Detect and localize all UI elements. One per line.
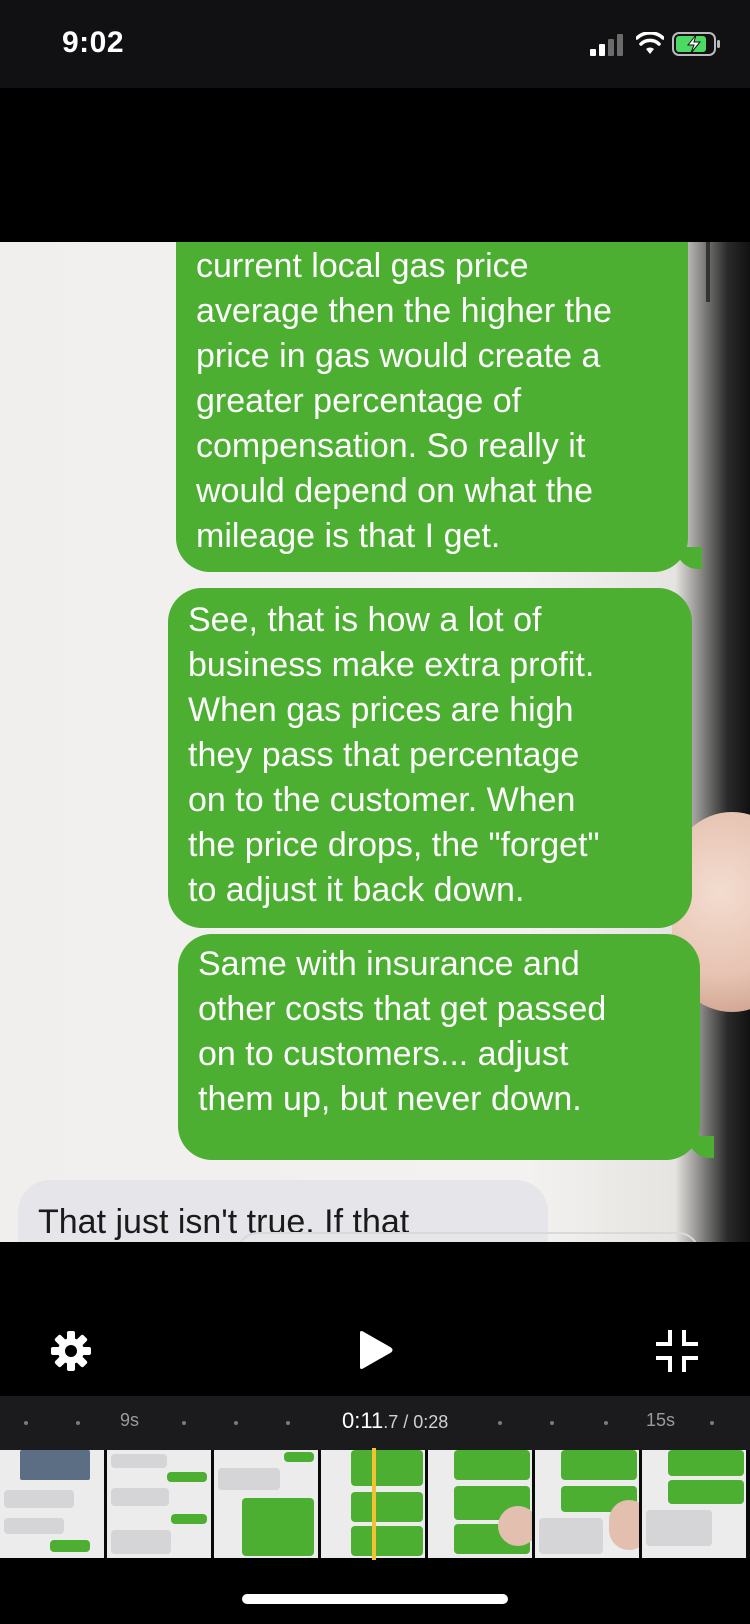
- duration: 0:28: [413, 1412, 449, 1432]
- message-line: Same with insurance and: [198, 945, 580, 983]
- tick-dot: [24, 1421, 28, 1425]
- message-line: to adjust it back down.: [188, 871, 525, 909]
- message-line: they pass that percentage: [188, 736, 580, 774]
- message-line: would depend on what the: [196, 472, 593, 510]
- gear-icon[interactable]: [50, 1330, 92, 1372]
- play-icon[interactable]: [356, 1330, 394, 1370]
- message-bubble-outline: [236, 1232, 700, 1242]
- message-bubble-outgoing: See, that is how a lot of business make …: [168, 588, 692, 928]
- message-line: price in gas would create a: [196, 337, 601, 375]
- video-thumbnail[interactable]: [428, 1450, 532, 1558]
- message-line: When gas prices are high: [188, 691, 574, 729]
- video-thumbnail[interactable]: [107, 1450, 211, 1558]
- current-time-readout: 0:11.7 / 0:28: [342, 1408, 448, 1434]
- timeline-marker-left: 9s: [120, 1410, 140, 1430]
- message-line: on to the customer. When: [188, 781, 576, 819]
- home-indicator[interactable]: [242, 1594, 508, 1604]
- timeline-marker-right: 15s: [646, 1410, 676, 1430]
- message-bubble-outgoing: Same with insurance and other costs that…: [178, 934, 700, 1160]
- message-line: average then the higher the: [196, 292, 612, 330]
- tick-dot: [550, 1421, 554, 1425]
- time-separator: /: [398, 1412, 414, 1432]
- playhead[interactable]: [372, 1448, 376, 1560]
- video-frame[interactable]: current local gas price average then the…: [0, 242, 750, 1242]
- exit-fullscreen-icon[interactable]: [656, 1330, 698, 1372]
- video-thumbnail[interactable]: [535, 1450, 639, 1558]
- tick-dot: [604, 1421, 608, 1425]
- tick-dot: [498, 1421, 502, 1425]
- video-thumbnail[interactable]: [214, 1450, 318, 1558]
- message-line: other costs that get passed: [198, 990, 607, 1028]
- wifi-icon: [636, 32, 664, 54]
- message-line: business make extra profit.: [188, 646, 595, 684]
- playback-controls: [0, 1310, 750, 1390]
- video-thumbnail[interactable]: [642, 1450, 746, 1558]
- status-bar: 9:02: [0, 0, 750, 88]
- signal-icon: [590, 34, 623, 56]
- message-line: on to customers... adjust: [198, 1035, 569, 1073]
- video-thumbnail[interactable]: [0, 1450, 104, 1558]
- message-line: current local gas price: [196, 247, 529, 285]
- status-time: 9:02: [62, 26, 125, 59]
- tick-dot: [710, 1421, 714, 1425]
- message-line: mileage is that I get.: [196, 517, 501, 555]
- current-time-main: 0:11: [342, 1408, 384, 1433]
- current-time-fraction: .7: [383, 1412, 399, 1432]
- tick-dot: [234, 1421, 238, 1425]
- message-line: compensation. So really it: [196, 427, 586, 465]
- message-line: them up, but never down.: [198, 1080, 582, 1118]
- bubble-tail: [688, 1136, 714, 1158]
- message-line: See, that is how a lot of: [188, 601, 542, 639]
- tick-dot: [286, 1421, 290, 1425]
- timeline-ruler[interactable]: 9s 0:11.7 / 0:28 15s: [0, 1396, 750, 1450]
- tick-dot: [76, 1421, 80, 1425]
- message-line: greater percentage of: [196, 382, 522, 420]
- bubble-tail: [676, 547, 702, 569]
- message-bubble-outgoing: current local gas price average then the…: [176, 242, 688, 572]
- phone-edge: [706, 242, 710, 302]
- message-line: the price drops, the "forget": [188, 826, 600, 864]
- tick-dot: [182, 1421, 186, 1425]
- battery-charging-icon: [672, 32, 720, 56]
